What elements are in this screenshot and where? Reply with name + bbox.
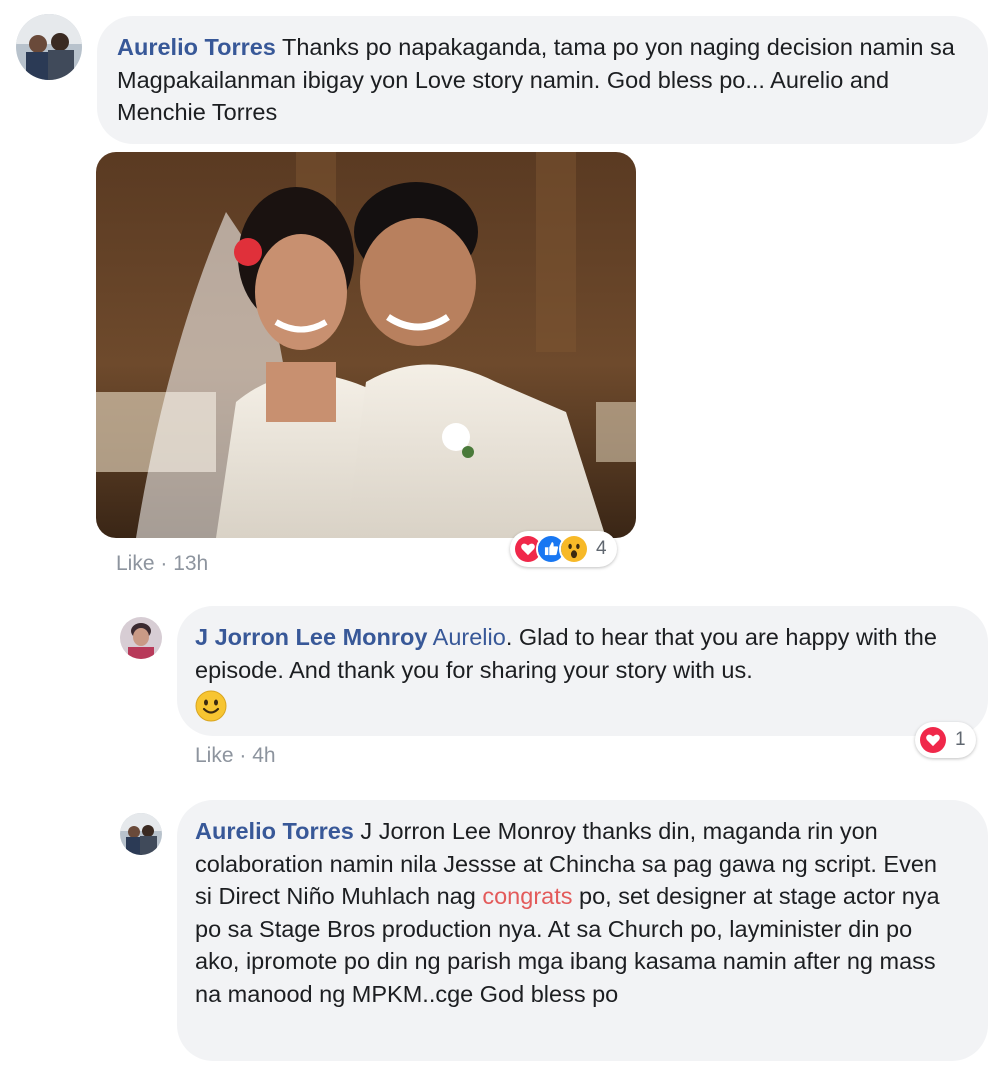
avatar-aurelio-torres[interactable] xyxy=(16,14,82,80)
avatar-j-jorron-lee-monroy[interactable] xyxy=(120,617,162,659)
reply-body: Aurelio Torres J Jorron Lee Monroy thank… xyxy=(195,815,958,1010)
smile-emoji-icon xyxy=(195,690,227,731)
highlighted-word: congrats xyxy=(482,883,573,909)
comment-photo[interactable] xyxy=(96,152,636,538)
comment-meta: Like · 13h xyxy=(116,552,208,576)
reactions-summary[interactable]: 1 xyxy=(915,722,976,758)
reply-bubble: Aurelio Torres J Jorron Lee Monroy thank… xyxy=(177,800,988,1061)
like-link[interactable]: Like xyxy=(116,552,155,575)
comment-author-link[interactable]: Aurelio Torres xyxy=(117,34,276,60)
reply-bubble: J Jorron Lee Monroy Aurelio. Glad to hea… xyxy=(177,606,988,736)
meta-separator: · xyxy=(233,744,253,767)
reactions-summary[interactable]: 4 xyxy=(510,531,617,567)
reaction-count: 4 xyxy=(596,538,607,559)
reply-body: J Jorron Lee Monroy Aurelio. Glad to hea… xyxy=(195,621,966,731)
mention-link[interactable]: Aurelio xyxy=(433,624,506,650)
reaction-count: 1 xyxy=(955,729,966,750)
wow-icon xyxy=(559,534,589,564)
meta-separator: · xyxy=(154,552,174,575)
reply-author-link[interactable]: Aurelio Torres xyxy=(195,818,354,844)
comment-bubble: Aurelio Torres Thanks po napakaganda, ta… xyxy=(97,16,988,144)
reply-meta: Like · 4h xyxy=(195,744,276,768)
reply-author-link[interactable]: J Jorron Lee Monroy xyxy=(195,624,427,650)
avatar-aurelio-torres[interactable] xyxy=(120,813,162,855)
comment-body: Aurelio Torres Thanks po napakaganda, ta… xyxy=(117,31,964,129)
like-link[interactable]: Like xyxy=(195,744,234,767)
love-icon xyxy=(918,725,948,755)
timestamp[interactable]: 4h xyxy=(252,744,275,767)
timestamp[interactable]: 13h xyxy=(173,552,208,575)
